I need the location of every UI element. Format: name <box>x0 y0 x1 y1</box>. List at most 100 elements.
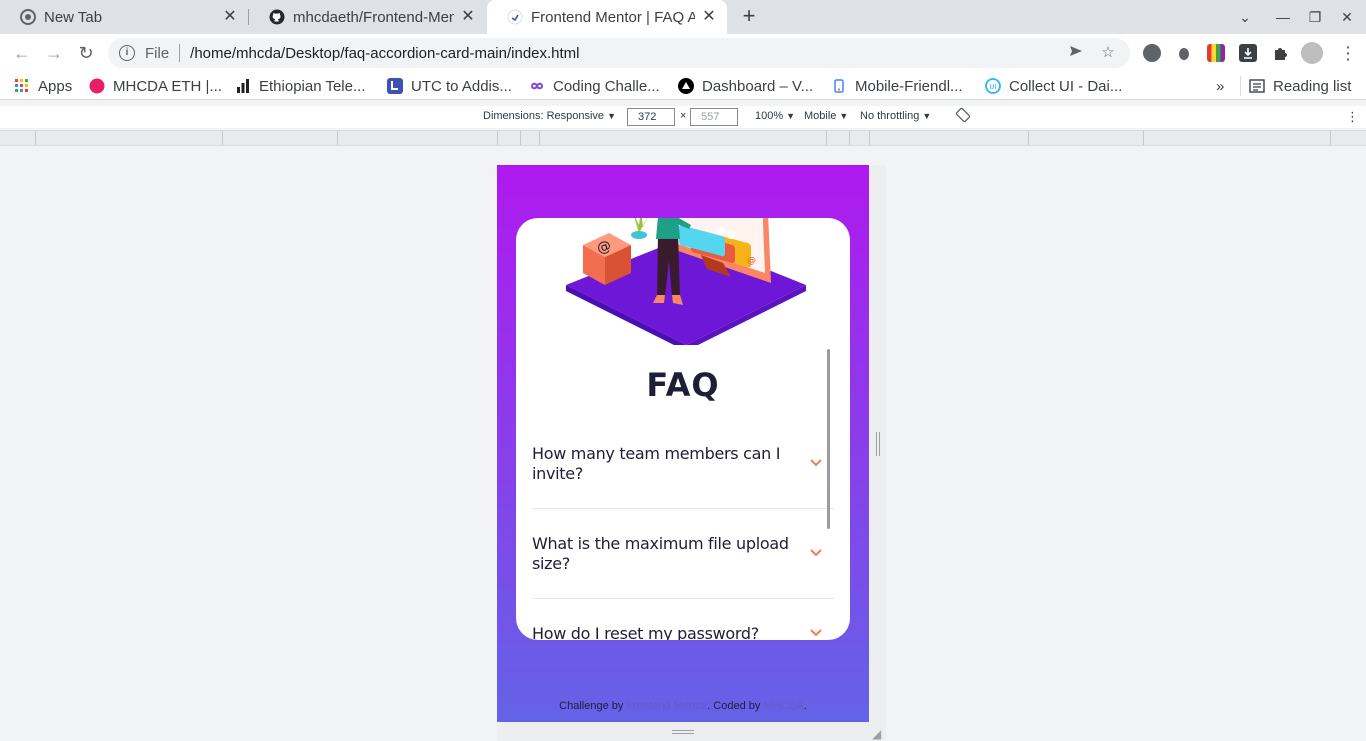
chevron-down-icon[interactable] <box>810 458 822 468</box>
device-type-label: Mobile <box>804 110 837 122</box>
dimensions-label: Dimensions: Responsive <box>483 110 605 122</box>
faq-item[interactable]: How many team members can I invite? <box>532 444 834 484</box>
close-window-button[interactable]: ✕ <box>1337 7 1357 27</box>
woman-online-illustration: @ @ @ <box>566 218 806 345</box>
infinity-icon <box>529 78 545 94</box>
triangle-icon <box>678 78 694 94</box>
reading-list-button[interactable]: Reading list <box>1240 76 1351 96</box>
bookmark-label: Ethiopian Tele... <box>259 77 366 95</box>
media-query-ruler <box>0 130 1366 146</box>
download-extension-icon[interactable] <box>1239 44 1257 62</box>
url-text[interactable]: /home/mhcda/Desktop/faq-accordion-card-m… <box>190 45 1066 62</box>
tab-title: New Tab <box>44 8 103 26</box>
bookmark-mobile-friendly[interactable]: Mobile-Friendl... <box>831 76 963 96</box>
reload-button[interactable]: ↻ <box>74 41 98 65</box>
new-tab-button[interactable]: + <box>737 5 761 29</box>
caret-down-icon: ▼ <box>786 111 796 121</box>
extension-icon[interactable] <box>1143 44 1161 62</box>
info-icon[interactable]: i <box>119 45 135 61</box>
colorful-extension-icon[interactable] <box>1207 44 1225 62</box>
page-title: FAQ <box>646 366 720 404</box>
height-input[interactable]: 557 <box>690 108 738 126</box>
bookmark-label: Collect UI - Dai... <box>1009 77 1123 95</box>
tab-title: Frontend Mentor | FAQ Accordion Card <box>531 8 695 26</box>
back-button[interactable]: ← <box>10 41 34 65</box>
times-symbol: × <box>680 110 687 122</box>
ruler-tick <box>337 131 338 145</box>
chevron-down-icon[interactable] <box>810 548 822 558</box>
tab-search-icon[interactable]: ⌄ <box>1235 7 1255 27</box>
collect-ui-icon: UI <box>985 78 1001 94</box>
bookmark-ethiopian-tele[interactable]: Ethiopian Tele... <box>235 76 365 96</box>
bookmark-coding-challenges[interactable]: Coding Challe... <box>529 76 660 96</box>
ruler-tick <box>1028 131 1029 145</box>
faq-divider <box>532 508 834 509</box>
tab-frontend-mentor[interactable]: Frontend Mentor | FAQ Accordion Card ✕ <box>487 0 727 34</box>
bookmark-label: Dashboard – V... <box>702 77 814 95</box>
width-input[interactable]: 372 <box>627 108 675 126</box>
rotate-icon[interactable] <box>955 107 971 125</box>
github-icon <box>269 9 285 25</box>
faq-item[interactable]: What is the maximum file upload size? <box>532 534 834 574</box>
device-toolbar-menu-icon[interactable]: ⋮ <box>1346 109 1359 125</box>
ruler-tick <box>539 131 540 145</box>
close-tab-icon[interactable]: ✕ <box>701 9 717 25</box>
dimensions-dropdown[interactable]: Dimensions: Responsive ▼ <box>483 110 616 122</box>
ruler-tick <box>222 131 223 145</box>
close-tab-icon[interactable]: ✕ <box>222 9 238 25</box>
tab-github[interactable]: mhcdaeth/Frontend-Mentor ✕ <box>249 0 486 34</box>
faq-item[interactable]: How do I reset my password? <box>532 624 834 640</box>
resize-handle-right[interactable] <box>876 432 880 456</box>
zoom-dropdown[interactable]: 100% ▼ <box>755 110 795 122</box>
tab-new-tab[interactable]: New Tab ✕ <box>0 0 248 34</box>
bookmarks-overflow-button[interactable]: » <box>1216 76 1224 96</box>
forward-button[interactable]: → <box>42 41 66 65</box>
bookmark-utc-addis[interactable]: UTC to Addis... <box>387 76 512 96</box>
bookmarks-bar: Apps MHCDA ETH |... Ethiopian Tele... UT… <box>0 72 1366 100</box>
bookmark-mhcda[interactable]: MHCDA ETH |... <box>89 76 222 96</box>
ruler-tick <box>520 131 521 145</box>
reading-list-label: Reading list <box>1273 77 1352 95</box>
faq-question[interactable]: How do I reset my password? <box>532 624 792 640</box>
device-type-dropdown[interactable]: Mobile ▼ <box>804 110 848 122</box>
bookmark-apps[interactable]: Apps <box>14 76 72 96</box>
bug-extension-icon[interactable] <box>1175 44 1193 62</box>
ruler-tick <box>869 131 870 145</box>
bookmark-star-icon[interactable]: ☆ <box>1098 43 1118 63</box>
scheme-label: File <box>145 44 170 62</box>
apps-grid-icon <box>14 78 30 94</box>
ruler-tick <box>849 131 850 145</box>
puzzle-extensions-icon[interactable] <box>1271 44 1289 62</box>
minimize-button[interactable]: — <box>1273 7 1293 27</box>
browser-toolbar: ← → ↻ i File /home/mhcda/Desktop/faq-acc… <box>0 34 1366 72</box>
avatar[interactable] <box>1301 42 1323 64</box>
ruler-tick <box>1143 131 1144 145</box>
menu-kebab-icon[interactable]: ⋮ <box>1336 41 1360 65</box>
attribution-prefix: Challenge by <box>559 700 627 712</box>
attribution-suffix: . <box>803 700 807 712</box>
frontend-mentor-icon <box>507 9 523 25</box>
address-bar[interactable]: i File /home/mhcda/Desktop/faq-accordion… <box>108 38 1130 68</box>
frontend-mentor-link[interactable]: Frontend Mentor <box>626 700 707 712</box>
chevron-down-icon[interactable] <box>810 628 822 638</box>
faq-question[interactable]: What is the maximum file upload size? <box>532 534 792 574</box>
throttling-dropdown[interactable]: No throttling ▼ <box>860 110 931 122</box>
close-tab-icon[interactable]: ✕ <box>460 9 476 25</box>
ruler-tick <box>35 131 36 145</box>
ruler-tick <box>497 131 498 145</box>
maximize-button[interactable]: ❐ <box>1305 7 1325 27</box>
send-icon[interactable] <box>1066 43 1086 63</box>
resize-handle-corner[interactable]: ◢ <box>872 727 881 741</box>
circle-icon <box>89 78 105 94</box>
bookmark-dashboard[interactable]: Dashboard – V... <box>678 76 813 96</box>
device-toolbar: Dimensions: Responsive ▼ 372 × 557 100% ▼ … <box>0 106 1366 128</box>
author-link[interactable]: MHCDA <box>763 700 803 712</box>
faq-question[interactable]: How many team members can I invite? <box>532 444 792 484</box>
svg-text:UI: UI <box>989 83 996 91</box>
caret-down-icon: ▼ <box>839 111 849 121</box>
svg-text:@: @ <box>747 256 756 266</box>
attribution: Challenge by Frontend Mentor. Coded by M… <box>497 700 869 712</box>
card-scrollbar[interactable] <box>827 349 830 529</box>
resize-handle-bottom[interactable] <box>672 730 694 734</box>
bookmark-collect-ui[interactable]: UI Collect UI - Dai... <box>985 76 1122 96</box>
